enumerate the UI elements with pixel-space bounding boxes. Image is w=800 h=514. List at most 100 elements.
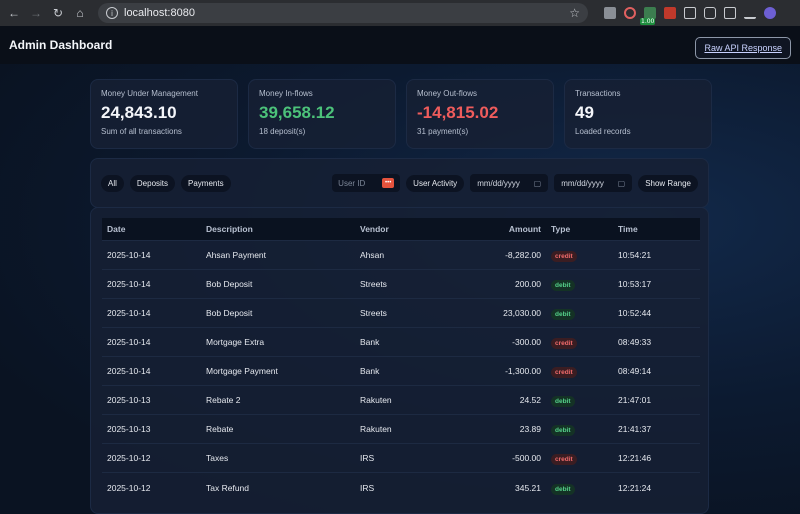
table-row[interactable]: 2025-10-14 Mortgage Extra Bank -300.00 credi… <box>102 326 700 357</box>
table-row[interactable]: 2025-10-14 Mortgage Payment Bank -1,300.00 c… <box>102 355 700 386</box>
extensions-bar: 1.00 <box>604 7 776 25</box>
date-from-input[interactable]: mm/dd/yyyy ▢ <box>470 174 549 192</box>
card-label: Money In-flows <box>259 89 313 98</box>
site-info-icon[interactable]: i <box>106 7 118 19</box>
card-subtext: 31 payment(s) <box>417 127 469 136</box>
forward-icon[interactable]: → <box>28 5 44 21</box>
column-header-date[interactable]: Date <box>102 218 201 240</box>
table-header-row: Date Description Vendor Amount Type Time <box>102 218 700 240</box>
table-row[interactable]: 2025-10-14 Bob Deposit Streets 200.00 debit 1… <box>102 268 700 299</box>
cell-description: Bob Deposit <box>201 268 355 299</box>
cell-date: 2025-10-14 <box>102 326 201 357</box>
user-activity-button[interactable]: User Activity <box>406 174 465 192</box>
card-value: -14,815.02 <box>417 103 499 122</box>
app-header: Admin Dashboard Raw API Response <box>0 26 800 64</box>
cell-time: 08:49:14 <box>613 355 700 386</box>
cell-description: Mortgage Extra <box>201 326 355 357</box>
filter-payments-button[interactable]: Payments <box>181 174 231 192</box>
type-badge: credit <box>551 337 577 349</box>
cell-description: Mortgage Payment <box>201 355 355 386</box>
type-badge: debit <box>551 425 575 437</box>
home-icon[interactable]: ⌂ <box>72 5 88 21</box>
page-title: Admin Dashboard <box>9 38 113 52</box>
column-header-description[interactable]: Description <box>201 218 355 240</box>
cell-amount: -300.00 <box>454 326 546 357</box>
cell-date: 2025-10-14 <box>102 297 201 328</box>
calendar-icon[interactable]: ▢ <box>618 179 626 188</box>
summary-cards: Money Under Management 24,843.10 Sum of … <box>90 79 712 149</box>
cell-amount: 200.00 <box>454 268 546 299</box>
date-to-input[interactable]: mm/dd/yyyy ▢ <box>554 174 633 192</box>
cell-vendor: Ahsan <box>355 239 454 270</box>
block-extension-icon[interactable] <box>624 7 636 19</box>
cell-date: 2025-10-12 <box>102 443 201 473</box>
cell-type: debit <box>546 414 613 444</box>
filter-deposits-button[interactable]: Deposits <box>129 174 176 192</box>
extension-icon[interactable] <box>604 7 616 19</box>
back-icon[interactable]: ← <box>6 5 22 21</box>
image-extension-icon[interactable] <box>684 7 696 19</box>
column-header-amount[interactable]: Amount <box>454 218 546 240</box>
column-header-time[interactable]: Time <box>613 218 700 240</box>
bookmark-star-icon[interactable]: ☆ <box>569 6 580 20</box>
show-range-button[interactable]: Show Range <box>638 174 698 192</box>
cell-date: 2025-10-14 <box>102 355 201 386</box>
app-root: Admin Dashboard Raw API Response Money U… <box>0 26 800 514</box>
user-id-input[interactable]: User ID ••• <box>332 174 401 192</box>
cell-time: 08:49:33 <box>613 326 700 357</box>
password-manager-icon[interactable]: ••• <box>382 178 395 188</box>
cell-vendor: IRS <box>355 443 454 473</box>
cell-time: 10:53:17 <box>613 268 700 299</box>
cell-vendor: Streets <box>355 297 454 328</box>
address-bar[interactable]: i localhost:8080 ☆ <box>98 3 588 23</box>
money-outflows-card: Money Out-flows -14,815.02 31 payment(s) <box>406 79 554 149</box>
cell-amount: 23,030.00 <box>454 297 546 328</box>
table-row[interactable]: 2025-10-14 Bob Deposit Streets 23,030.00 deb… <box>102 297 700 328</box>
download-icon[interactable] <box>744 7 756 19</box>
reload-icon[interactable]: ↻ <box>50 5 66 21</box>
column-header-vendor[interactable]: Vendor <box>355 218 454 240</box>
cell-type: credit <box>546 443 613 473</box>
cell-amount: 345.21 <box>454 472 546 502</box>
tab-search-icon[interactable] <box>724 7 736 19</box>
cell-date: 2025-10-13 <box>102 384 201 415</box>
cell-time: 21:47:01 <box>613 384 700 415</box>
table-row[interactable]: 2025-10-13 Rebate Rakuten 23.89 debit 21:41:3… <box>102 414 700 444</box>
red-extension-icon[interactable] <box>664 7 676 19</box>
cell-vendor: Bank <box>355 326 454 357</box>
table-row[interactable]: 2025-10-14 Ahsan Payment Ahsan -8,282.00 cre… <box>102 239 700 270</box>
cell-date: 2025-10-14 <box>102 268 201 299</box>
counter-extension-icon[interactable]: 1.00 <box>640 7 656 25</box>
filter-all-button[interactable]: All <box>101 174 124 192</box>
cell-vendor: Rakuten <box>355 384 454 415</box>
cell-type: credit <box>546 355 613 386</box>
cell-type: debit <box>546 297 613 328</box>
cell-vendor: Streets <box>355 268 454 299</box>
transactions-card: Transactions 49 Loaded records <box>564 79 712 149</box>
column-header-type[interactable]: Type <box>546 218 613 240</box>
cell-amount: 23.89 <box>454 414 546 444</box>
cell-description: Rebate <box>201 414 355 444</box>
cell-description: Ahsan Payment <box>201 239 355 270</box>
cell-time: 10:54:21 <box>613 239 700 270</box>
browser-toolbar: ← → ↻ ⌂ i localhost:8080 ☆ 1.00 <box>0 0 800 26</box>
profile-avatar-icon[interactable] <box>764 7 776 19</box>
calendar-icon[interactable]: ▢ <box>534 179 542 188</box>
cell-amount: -500.00 <box>454 443 546 473</box>
cell-type: debit <box>546 268 613 299</box>
type-badge: debit <box>551 483 575 495</box>
card-value: 49 <box>575 103 594 122</box>
table-row[interactable]: 2025-10-12 Tax Refund IRS 345.21 debit 12:21:… <box>102 472 700 502</box>
cell-vendor: IRS <box>355 472 454 502</box>
table-row[interactable]: 2025-10-13 Rebate 2 Rakuten 24.52 debit 21:47… <box>102 384 700 415</box>
filter-bar: All Deposits Payments User ID ••• User A… <box>90 158 709 208</box>
card-subtext: Loaded records <box>575 127 631 136</box>
cell-vendor: Bank <box>355 355 454 386</box>
money-inflows-card: Money In-flows 39,658.12 18 deposit(s) <box>248 79 396 149</box>
type-badge: debit <box>551 396 575 408</box>
raw-api-response-button[interactable]: Raw API Response <box>695 37 791 59</box>
url-text: localhost:8080 <box>124 7 195 19</box>
table-row[interactable]: 2025-10-12 Taxes IRS -500.00 credit 12:21:46 <box>102 443 700 473</box>
puzzle-icon[interactable] <box>704 7 716 19</box>
card-subtext: Sum of all transactions <box>101 127 182 136</box>
